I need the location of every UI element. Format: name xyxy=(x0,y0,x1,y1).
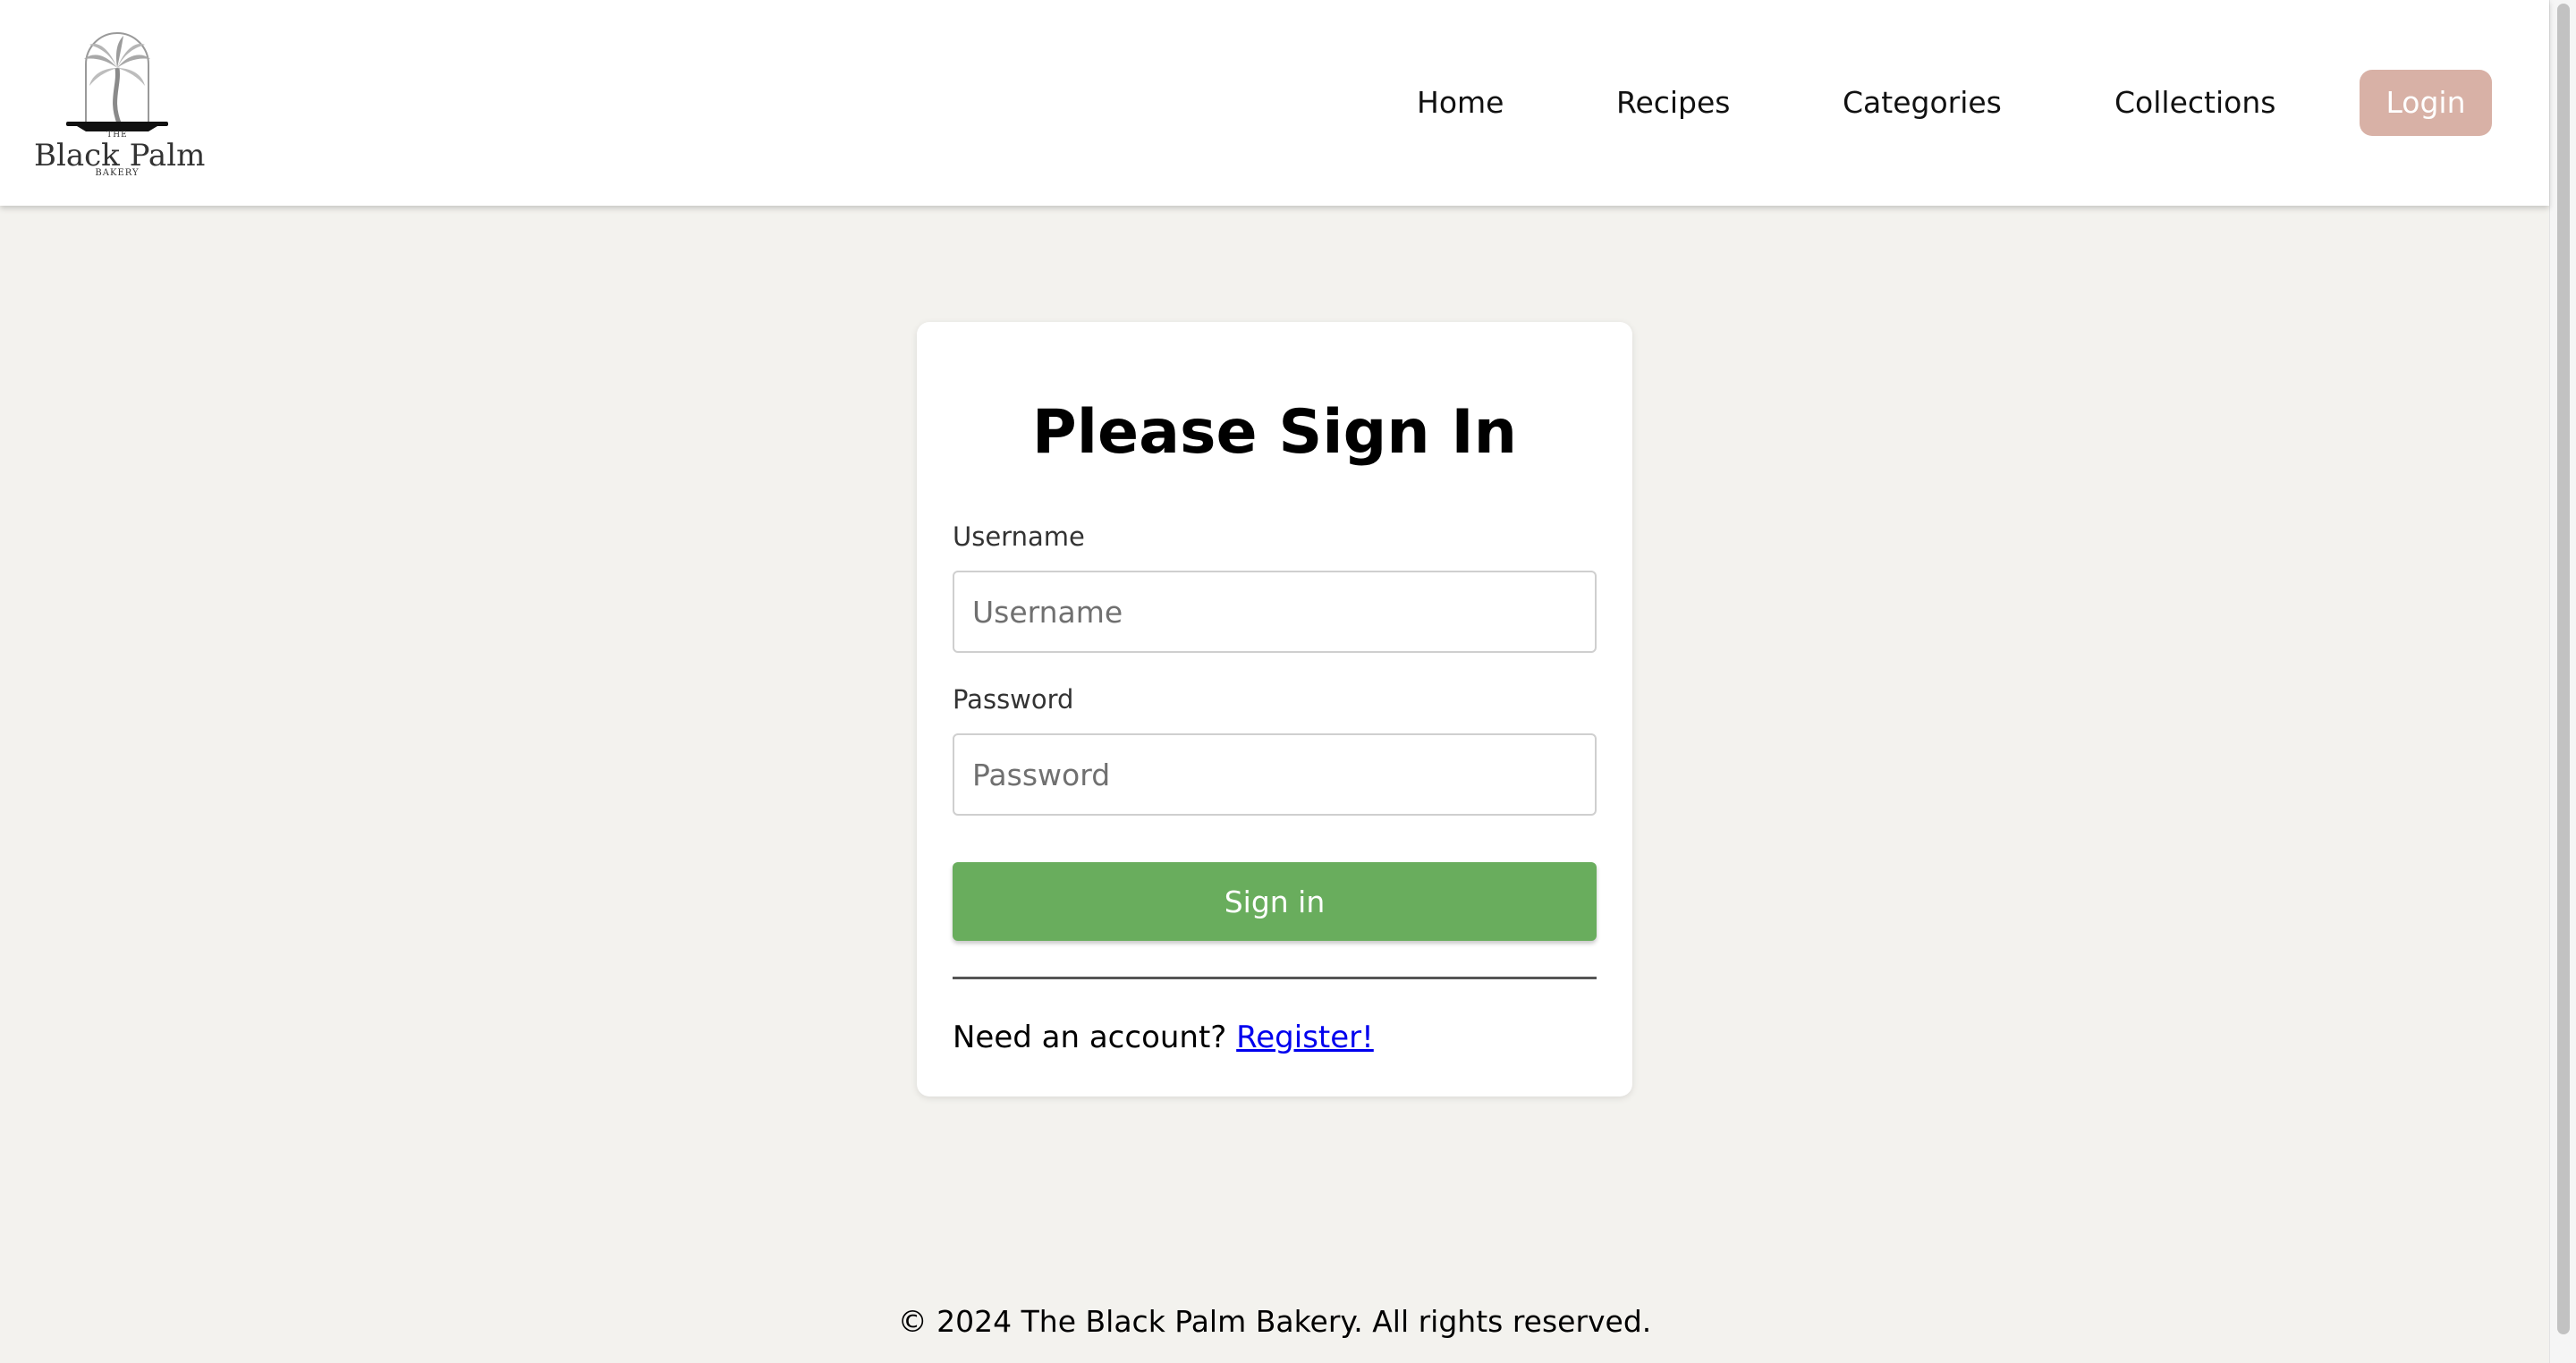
register-prompt-text: Need an account? xyxy=(953,1020,1227,1055)
site-footer: © 2024 The Black Palm Bakery. All rights… xyxy=(0,1304,2549,1339)
scrollbar-thumb[interactable] xyxy=(2557,4,2570,1334)
site-logo[interactable]: THE Black Palm BAKERY xyxy=(34,14,205,184)
nav-login-button[interactable]: Login xyxy=(2360,70,2492,136)
nav-recipes-link[interactable]: Recipes xyxy=(1616,70,1731,136)
username-input[interactable] xyxy=(953,571,1597,653)
form-divider xyxy=(953,977,1597,979)
nav-home-link[interactable]: Home xyxy=(1417,70,1504,136)
page-title: Please Sign In xyxy=(1031,397,1518,468)
register-prompt: Need an account? Register! xyxy=(953,1020,1374,1055)
register-link[interactable]: Register! xyxy=(1236,1020,1374,1055)
password-input[interactable] xyxy=(953,733,1597,816)
nav-collections-link[interactable]: Collections xyxy=(2114,70,2275,136)
footer-copyright: © 2024 The Black Palm Bakery. All rights… xyxy=(897,1304,1652,1339)
nav-categories-link[interactable]: Categories xyxy=(1843,70,2002,136)
signin-button[interactable]: Sign in xyxy=(953,862,1597,941)
password-label: Password xyxy=(953,684,1074,715)
logo-sub-text: BAKERY xyxy=(95,168,140,178)
username-label: Username xyxy=(953,521,1085,552)
site-header: THE Black Palm BAKERY Home Recipes Categ… xyxy=(0,0,2549,206)
page-scrollbar[interactable] xyxy=(2549,0,2576,1363)
palm-tree-icon xyxy=(66,32,168,131)
